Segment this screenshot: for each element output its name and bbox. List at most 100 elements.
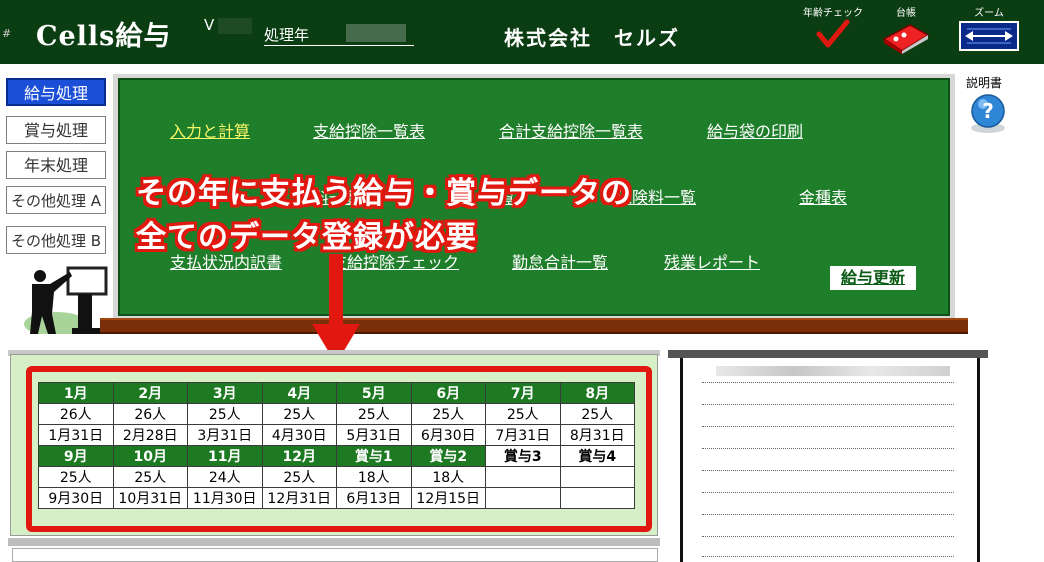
menu-total-payment-deduction-list[interactable]: 合計支給控除一覧表 [499,118,643,142]
company-name: 株式会社 セルズ [504,26,680,50]
menu-attendance-total-list[interactable]: 勤怠合計一覧 [512,249,608,273]
notes-panel [680,358,980,562]
zoom-icon [959,21,1019,51]
pay-date-cell: 6月13日 [336,487,412,509]
menu-pay-envelope-print[interactable]: 給与袋の印刷 [707,118,803,142]
manual-label: 説明書 [966,76,1003,90]
pay-date-cell: 4月30日 [261,424,337,446]
employee-count-cell: 25人 [336,403,412,425]
notes-heading-redacted [716,366,950,376]
month-cell[interactable]: 5月 [336,382,412,404]
employee-count-cell: 18人 [336,466,412,488]
employee-count-cell [559,466,635,488]
employee-count-cell [485,466,561,488]
nav-salary-processing[interactable]: 給与処理 [6,78,106,106]
caption-line-2: 全てのデータ登録が必要 [136,220,477,255]
notes-line [702,470,954,471]
pay-date-cell: 8月31日 [559,424,635,446]
notes-line [702,514,954,515]
employee-count-cell: 25人 [261,466,337,488]
notes-line [702,536,954,537]
month-cell[interactable]: 10月 [112,445,188,467]
menu-payment-deduction-list[interactable]: 支給控除一覧表 [313,118,425,142]
pay-date-cell: 7月31日 [485,424,561,446]
pay-date-cell: 12月15日 [410,487,486,509]
calendar-count-row: 25人 25人 24人 25人 18人 18人 [38,466,635,488]
month-cell[interactable]: 11月 [187,445,263,467]
bonus-cell[interactable]: 賞与3 [485,445,561,467]
salary-update-button[interactable]: 給与更新 [830,266,916,290]
notes-line [702,448,954,449]
app-title: Cells給与 [36,21,172,52]
employee-count-cell: 26人 [38,403,114,425]
month-cell[interactable]: 4月 [261,382,337,404]
age-check-button[interactable]: 年齢チェック [802,4,864,53]
bonus-cell[interactable]: 賞与2 [410,445,486,467]
zoom-button[interactable]: ズーム [954,4,1024,51]
notes-line [702,404,954,405]
ledger-button[interactable]: 台帳 [876,4,936,59]
lower-panel-top-bar [8,538,660,546]
month-cell[interactable]: 12月 [261,445,337,467]
calendar-header-row: 9月 10月 11月 12月 賞与1 賞与2 賞与3 賞与4 [38,445,635,467]
bonus-cell[interactable]: 賞与1 [336,445,412,467]
calendar-header-row: 1月 2月 3月 4月 5月 6月 7月 8月 [38,382,635,404]
checkmark-icon [816,19,850,48]
employee-count-cell: 24人 [187,466,263,488]
employee-count-cell: 25人 [559,403,635,425]
employee-count-cell: 25人 [485,403,561,425]
employee-count-cell: 25人 [187,403,263,425]
employee-count-cell: 26人 [112,403,188,425]
help-icon[interactable]: ? [968,92,1008,134]
pay-date-cell: 5月31日 [336,424,412,446]
age-check-label: 年齢チェック [803,8,863,19]
zoom-label: ズーム [974,8,1004,19]
lower-panel [12,548,658,562]
nav-yearend-processing[interactable]: 年末処理 [6,151,106,179]
employee-count-cell: 25人 [410,403,486,425]
version-value-redacted [218,18,252,34]
month-cell[interactable]: 2月 [112,382,188,404]
calendar-count-row: 26人 26人 25人 25人 25人 25人 25人 25人 [38,403,635,425]
calendar-date-row: 9月30日 10月31日 11月30日 12月31日 6月13日 12月15日 [38,487,635,509]
processing-year-value-redacted [346,24,406,42]
menu-overtime-report[interactable]: 残業レポート [664,249,760,273]
bonus-cell[interactable]: 賞与4 [559,445,635,467]
menu-denomination-table[interactable]: 金種表 [799,184,847,208]
caption-line-1: その年に支払う給与・賞与データの [136,176,632,211]
hash-mark: # [2,27,12,40]
calendar-date-row: 1月31日 2月28日 3月31日 4月30日 5月31日 6月30日 7月31… [38,424,635,446]
pay-date-cell: 6月30日 [410,424,486,446]
month-cell[interactable]: 6月 [410,382,486,404]
employee-count-cell: 25人 [261,403,337,425]
binder-icon [882,24,930,54]
version-label: V [204,16,215,34]
presenter-illustration [24,266,108,334]
notes-line [702,426,954,427]
notes-line [702,556,954,557]
month-cell[interactable]: 7月 [485,382,561,404]
pay-date-cell: 1月31日 [38,424,114,446]
month-cell[interactable]: 8月 [559,382,635,404]
pay-date-cell: 3月31日 [187,424,263,446]
notes-panel-top-bar [668,350,988,358]
pay-date-cell: 11月30日 [187,487,263,509]
menu-input-calculate[interactable]: 入力と計算 [170,118,250,142]
pay-date-cell: 10月31日 [112,487,188,509]
pay-date-cell: 12月31日 [261,487,337,509]
payment-calendar: 1月 2月 3月 4月 5月 6月 7月 8月 26人 26人 25人 25人 … [38,382,635,509]
nav-other-processing-a[interactable]: その他処理 A [6,186,106,214]
pay-date-cell: 9月30日 [38,487,114,509]
pay-date-cell [559,487,635,509]
svg-text:?: ? [982,99,994,123]
pay-date-cell: 2月28日 [112,424,188,446]
employee-count-cell: 18人 [410,466,486,488]
nav-other-processing-b[interactable]: その他処理 B [6,226,106,254]
nav-bonus-processing[interactable]: 賞与処理 [6,116,106,144]
month-cell[interactable]: 1月 [38,382,114,404]
employee-count-cell: 25人 [38,466,114,488]
month-cell[interactable]: 9月 [38,445,114,467]
month-cell[interactable]: 3月 [187,382,263,404]
notes-line [702,382,954,383]
ledger-label: 台帳 [896,8,916,19]
